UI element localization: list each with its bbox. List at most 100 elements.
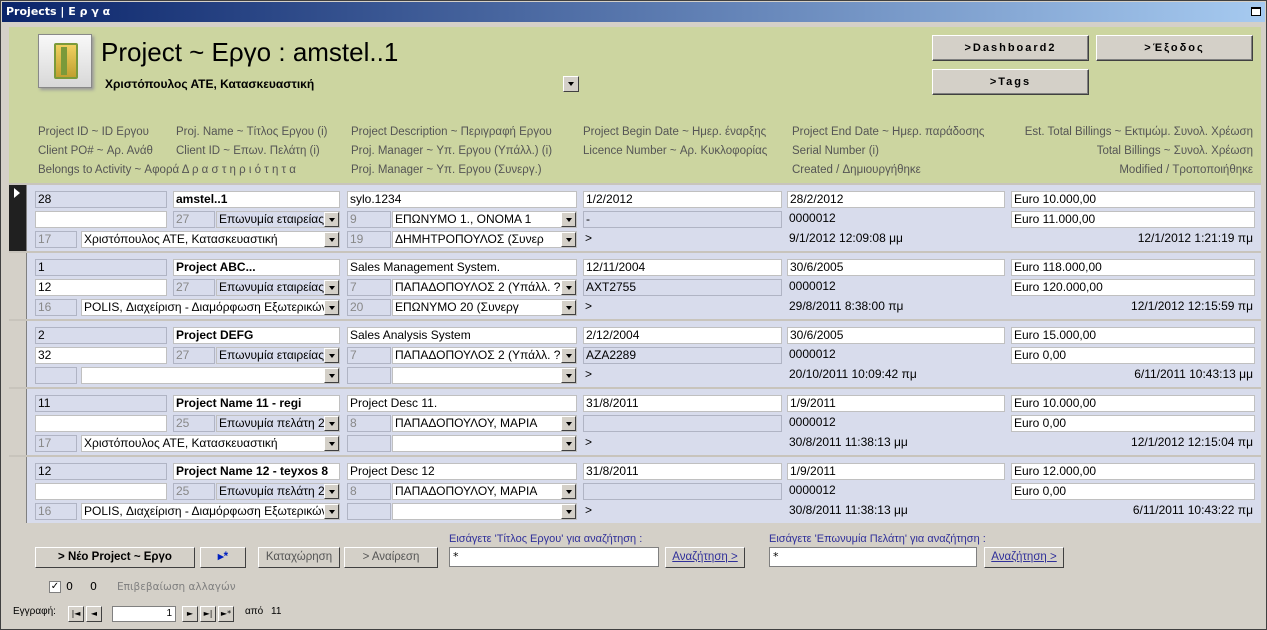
nav-first-icon[interactable]: |◄ [68, 606, 84, 622]
project-name[interactable]: Project Name 12 - teyxos 8 [173, 463, 340, 480]
chevron-down-icon[interactable] [324, 504, 339, 519]
client-combo[interactable]: Επωνυμία πελάτη 2 [216, 483, 340, 500]
client-po[interactable] [35, 415, 167, 432]
client-po[interactable] [35, 211, 167, 228]
restore-icon[interactable] [1251, 7, 1261, 16]
activity-combo[interactable]: Χριστόπουλος ΑΤΕ, Κατασκευαστική [81, 435, 340, 452]
manager-combo[interactable]: ΠΑΠΑΔΟΠΟΥΛΟΥ, ΜΑΡΙΑ [392, 483, 577, 500]
undo-button[interactable]: > Αναίρεση [344, 547, 438, 568]
search-client-input[interactable]: * [769, 547, 977, 567]
chevron-down-icon[interactable] [561, 232, 576, 247]
detail-link[interactable]: > [583, 503, 613, 520]
begin-date[interactable]: 1/2/2012 [583, 191, 782, 208]
chevron-down-icon[interactable] [324, 212, 339, 227]
chevron-down-icon[interactable] [324, 484, 339, 499]
record-selector[interactable] [9, 457, 27, 523]
client-po[interactable]: 32 [35, 347, 167, 364]
chevron-down-icon[interactable] [324, 280, 339, 295]
project-name[interactable]: Project ABC... [173, 259, 340, 276]
project-description[interactable]: Sales Analysis System [347, 327, 577, 344]
end-date[interactable]: 1/9/2011 [787, 395, 1005, 412]
chevron-down-icon[interactable] [561, 504, 576, 519]
project-name[interactable]: Project Name 11 - regi [173, 395, 340, 412]
project-name[interactable]: amstel..1 [173, 191, 340, 208]
begin-date[interactable]: 12/11/2004 [583, 259, 782, 276]
search-title-input[interactable]: * [449, 547, 659, 567]
chevron-down-icon[interactable] [561, 416, 576, 431]
est-total-billings[interactable]: Euro 15.000,00 [1011, 327, 1255, 344]
client-combo[interactable]: Επωνυμία εταιρείας [216, 347, 340, 364]
detail-link[interactable]: > [583, 435, 613, 452]
activity-combo[interactable]: POLIS, Διαχείριση - Διαμόρφωση Εξωτερικώ… [81, 299, 340, 316]
end-date[interactable]: 28/2/2012 [787, 191, 1005, 208]
end-date[interactable]: 30/6/2005 [787, 327, 1005, 344]
record-selector[interactable] [9, 185, 27, 251]
total-billings[interactable]: Euro 0,00 [1011, 347, 1255, 364]
record-selector[interactable] [9, 253, 27, 319]
begin-date[interactable]: 31/8/2011 [583, 395, 782, 412]
subtitle-dropdown-icon[interactable] [563, 76, 579, 92]
tags-button[interactable]: >Tags [932, 69, 1089, 95]
manager-combo[interactable]: ΠΑΠΑΔΟΠΟΥΛΟΣ 2 (Υπάλλ. ? [392, 347, 577, 364]
nav-last-icon[interactable]: ►| [200, 606, 216, 622]
chevron-down-icon[interactable] [324, 300, 339, 315]
nav-prev-icon[interactable]: ◄ [86, 606, 102, 622]
manager-combo[interactable]: ΠΑΠΑΔΟΠΟΥΛΟΥ, ΜΑΡΙΑ [392, 415, 577, 432]
activity-combo[interactable] [81, 367, 340, 384]
detail-link[interactable]: > [583, 367, 613, 384]
project-name[interactable]: Project DEFG [173, 327, 340, 344]
manager-combo[interactable]: ΠΑΠΑΔΟΠΟΥΛΟΣ 2 (Υπάλλ. ? [392, 279, 577, 296]
begin-date[interactable]: 2/12/2004 [583, 327, 782, 344]
activity-combo[interactable]: POLIS, Διαχείριση - Διαμόρφωση Εξωτερικώ… [81, 503, 340, 520]
new-record-icon[interactable]: ▸* [200, 547, 246, 568]
est-total-billings[interactable]: Euro 12.000,00 [1011, 463, 1255, 480]
begin-date[interactable]: 31/8/2011 [583, 463, 782, 480]
nav-next-icon[interactable]: ► [182, 606, 198, 622]
chevron-down-icon[interactable] [324, 436, 339, 451]
client-combo[interactable]: Επωνυμία πελάτη 2 [216, 415, 340, 432]
client-po[interactable]: 12 [35, 279, 167, 296]
nav-current-input[interactable]: 1 [112, 606, 176, 622]
chevron-down-icon[interactable] [561, 300, 576, 315]
exit-button[interactable]: >Έξοδος [1096, 35, 1253, 61]
client-combo[interactable]: Επωνυμία εταιρείας [216, 279, 340, 296]
chevron-down-icon[interactable] [324, 368, 339, 383]
chevron-down-icon[interactable] [324, 232, 339, 247]
chevron-down-icon[interactable] [561, 484, 576, 499]
est-total-billings[interactable]: Euro 10.000,00 [1011, 395, 1255, 412]
partner-combo[interactable]: ΕΠΩΝΥΜΟ 20 (Συνεργ [392, 299, 577, 316]
search-title-button[interactable]: Αναζήτηση > [665, 547, 745, 568]
end-date[interactable]: 30/6/2005 [787, 259, 1005, 276]
record-selector[interactable] [9, 389, 27, 455]
total-billings[interactable]: Euro 0,00 [1011, 483, 1255, 500]
nav-new-icon[interactable]: ►* [218, 606, 234, 622]
total-billings[interactable]: Euro 120.000,00 [1011, 279, 1255, 296]
chevron-down-icon[interactable] [324, 348, 339, 363]
chevron-down-icon[interactable] [561, 368, 576, 383]
total-billings[interactable]: Euro 0,00 [1011, 415, 1255, 432]
save-button[interactable]: Καταχώρηση [258, 547, 340, 568]
total-billings[interactable]: Euro 11.000,00 [1011, 211, 1255, 228]
chevron-down-icon[interactable] [561, 436, 576, 451]
project-description[interactable]: Project Desc 12 [347, 463, 577, 480]
detail-link[interactable]: > [583, 299, 613, 316]
activity-combo[interactable]: Χριστόπουλος ΑΤΕ, Κατασκευαστική [81, 231, 340, 248]
partner-combo[interactable]: ΔΗΜΗΤΡΟΠΟΥΛΟΣ (Συνερ [392, 231, 577, 248]
new-project-button[interactable]: > Νέο Project ~ Εργο [35, 547, 195, 568]
project-description[interactable]: Sales Management System. [347, 259, 577, 276]
search-client-button[interactable]: Αναζήτηση > [984, 547, 1064, 568]
manager-combo[interactable]: ΕΠΩΝΥΜΟ 1., ΟΝΟΜΑ 1 [392, 211, 577, 228]
client-po[interactable] [35, 483, 167, 500]
partner-combo[interactable] [392, 503, 577, 520]
est-total-billings[interactable]: Euro 10.000,00 [1011, 191, 1255, 208]
confirm-checkbox[interactable]: ✓ [49, 581, 61, 593]
project-description[interactable]: Project Desc 11. [347, 395, 577, 412]
detail-link[interactable]: > [583, 231, 613, 248]
dashboard-button[interactable]: >Dashboard2 [932, 35, 1089, 61]
record-selector[interactable] [9, 321, 27, 387]
end-date[interactable]: 1/9/2011 [787, 463, 1005, 480]
chevron-down-icon[interactable] [561, 212, 576, 227]
chevron-down-icon[interactable] [324, 416, 339, 431]
partner-combo[interactable] [392, 435, 577, 452]
est-total-billings[interactable]: Euro 118.000,00 [1011, 259, 1255, 276]
